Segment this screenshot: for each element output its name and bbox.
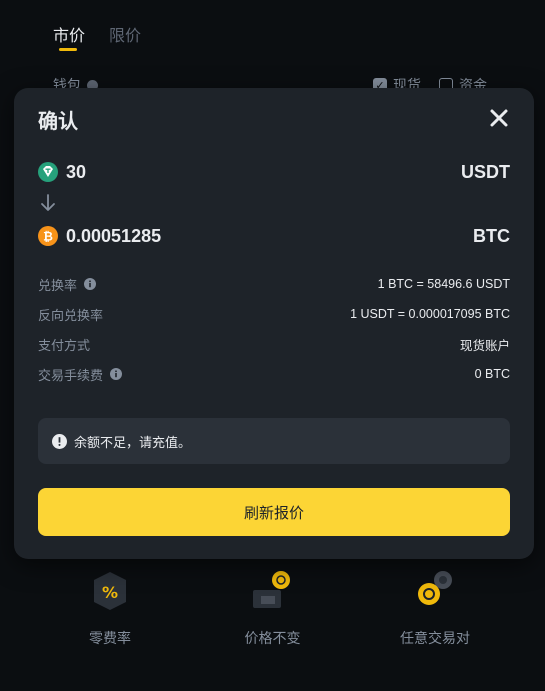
features-row: % 零费率 价格不变 任意交易对 [40,566,505,648]
feature-price-lock-label: 价格不变 [244,630,301,646]
from-amount-row: 30 USDT [38,160,510,184]
from-amount: 30 [66,161,87,182]
close-icon [490,109,508,127]
inverse-rate-row: 反向兑换率 1 USDT = 0.000017095 BTC [38,304,510,324]
arrow-down-icon [41,194,55,211]
feature-any-pair: 任意交易对 [365,566,505,648]
tab-limit[interactable]: 限价 [109,22,141,46]
exchange-rate-value: 1 BTC = 58496.6 USDT [377,277,510,291]
inverse-rate-value: 1 USDT = 0.000017095 BTC [350,307,510,321]
payment-method-value: 现货账户 [459,338,510,353]
dialog-title: 确认 [38,111,78,133]
feature-price-lock: 价格不变 [203,566,343,648]
refresh-quote-button[interactable]: 刷新报价 [38,488,510,536]
confirm-dialog: 确认 30 USDT ₿ 0.00051285 BTC 兑换率 1 BTC = … [14,88,534,559]
trading-fee-label: 交易手续费 [38,367,104,383]
to-amount-row: ₿ 0.00051285 BTC [38,224,510,248]
warning-text: 余额不足，请充值。 [74,434,192,450]
close-button[interactable] [488,107,510,129]
payment-method-label: 支付方式 [38,337,91,353]
to-amount: 0.00051285 [66,225,162,246]
to-unit: BTC [473,225,510,246]
inverse-rate-label: 反向兑换率 [38,307,104,323]
trading-fee-row: 交易手续费 0 BTC [38,364,510,384]
warning-icon [52,433,67,449]
coin-pair-icon [405,566,465,618]
usdt-icon [38,162,58,182]
order-type-tabs: 市价 限价 [53,22,141,51]
percent-icon: % [80,566,140,618]
svg-text:₿: ₿ [43,230,53,244]
payment-method-row: 支付方式 现货账户 [38,334,510,354]
svg-text:%: % [102,583,118,602]
tab-market[interactable]: 市价 [53,22,85,51]
from-unit: USDT [461,161,510,182]
info-icon[interactable] [84,278,97,290]
trading-fee-value: 0 BTC [474,367,510,381]
btc-icon: ₿ [38,226,58,246]
feature-zero-fee-label: 零费率 [89,630,131,646]
exchange-rate-label: 兑换率 [38,277,78,293]
insufficient-balance-warning: 余额不足，请充值。 [38,418,510,464]
info-icon[interactable] [110,368,123,380]
price-lock-icon [243,566,303,618]
exchange-rate-row: 兑换率 1 BTC = 58496.6 USDT [38,274,510,294]
feature-zero-fee: % 零费率 [40,566,180,648]
feature-any-pair-label: 任意交易对 [400,630,470,646]
